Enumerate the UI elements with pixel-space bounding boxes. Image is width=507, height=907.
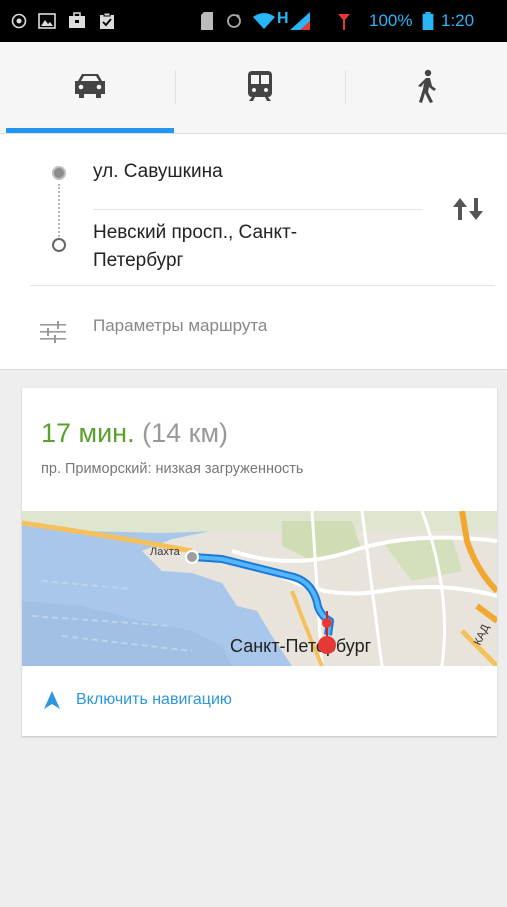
tab-car[interactable] [6,42,174,130]
travel-distance: (14 км) [142,418,229,448]
car-icon [75,74,105,98]
signal-roaming-icon [338,14,350,30]
destination-field[interactable]: Невский просп., Санкт- Петербург [93,219,297,275]
traffic-info: пр. Приморский: низкая загруженность [41,461,304,477]
destination-marker-icon [52,238,66,252]
origin-marker-icon [52,166,66,180]
map-label-city: Санкт-Петербург [230,636,372,656]
wifi-icon [253,13,275,29]
bus-icon [248,71,272,101]
signal-icon [290,12,310,30]
status-bar: H 100% 1:20 [0,0,507,42]
clock: 1:20 [441,11,475,30]
sd-card-icon [201,12,213,30]
tab-walk[interactable] [346,42,507,130]
sync-icon [227,14,241,28]
image-icon [38,13,56,29]
walk-icon [417,69,436,103]
route-options-button[interactable]: Параметры маршрута [93,316,267,336]
network-type-indicator: H [277,10,289,27]
travel-time: 17 мин. [41,418,135,448]
destination-line-2: Петербург [93,250,184,271]
map-label-start: Лахта [150,546,181,558]
route-map-preview[interactable]: Лахта Санкт-Петербург КАД [22,511,497,666]
start-navigation-label: Включить навигацию [76,691,232,708]
route-panel: ул. Савушкина Невский просп., Санкт- Пет… [0,134,507,370]
map-svg: Лахта Санкт-Петербург КАД [22,511,497,666]
travel-mode-tabs [0,42,507,134]
tab-transit[interactable] [176,42,344,130]
swap-directions-icon[interactable] [451,196,485,222]
tab-selected-indicator [6,128,174,133]
route-divider [93,209,423,210]
battery-percent: 100% [369,11,413,30]
origin-field[interactable]: ул. Савушкина [93,158,223,186]
battery-icon [422,12,434,30]
navigation-arrow-icon [44,691,60,709]
clipboard-icon [100,12,114,29]
route-summary: 17 мин. (14 км) [41,418,228,449]
destination-line-1: Невский просп., Санкт- [93,222,298,243]
start-navigation-button[interactable]: Включить навигацию [44,691,232,709]
briefcase-icon [69,12,85,28]
gps-icon [11,13,27,29]
route-result-card[interactable]: 17 мин. (14 км) пр. Приморский: низкая з… [22,388,497,736]
sliders-icon [40,321,66,343]
route-connector [58,184,60,240]
options-divider [30,285,495,286]
